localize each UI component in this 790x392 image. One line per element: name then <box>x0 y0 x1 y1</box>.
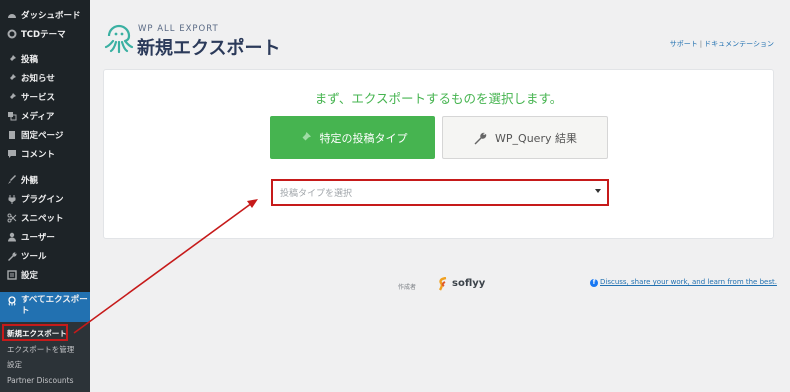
pushpin-icon <box>299 131 311 143</box>
sidebar-item-pages[interactable]: 固定ページ <box>0 126 90 144</box>
header-links: サポート | ドキュメンテーション <box>670 39 774 49</box>
user-icon <box>5 232 18 242</box>
submenu-partner-discounts[interactable]: Partner Discounts <box>0 373 90 388</box>
media-icon <box>5 111 18 121</box>
docs-link[interactable]: ドキュメンテーション <box>704 40 774 48</box>
export-icon <box>5 296 18 306</box>
sidebar-item-tools[interactable]: ツール <box>0 247 90 265</box>
sidebar-item-services[interactable]: サービス <box>0 88 90 106</box>
sidebar-item-snippets[interactable]: スニペット <box>0 209 90 227</box>
sidebar-item-dashboard[interactable]: ダッシュボード <box>0 6 90 24</box>
made-by-label: 作成者 <box>398 284 417 291</box>
wp-query-results-button[interactable]: WP_Query 結果 <box>442 116 608 159</box>
comment-icon <box>5 149 18 159</box>
pin-icon <box>5 73 18 83</box>
sidebar-item-label: ユーザー <box>21 233 55 243</box>
gear-icon <box>5 29 18 39</box>
submenu-label: エクスポートを管理 <box>7 345 75 354</box>
submenu-label: 設定 <box>7 360 22 369</box>
specific-post-type-button[interactable]: 特定の投稿タイプ <box>270 116 435 159</box>
wp-query-results-label: WP_Query 結果 <box>495 131 577 145</box>
sidebar-item-label: メディア <box>21 112 55 122</box>
sidebar-item-settings[interactable]: 設定 <box>0 266 90 284</box>
page-title: 新規エクスポート <box>137 38 281 59</box>
pin-icon <box>5 92 18 102</box>
sidebar-item-media[interactable]: メディア <box>0 107 90 125</box>
brush-icon <box>5 175 18 185</box>
submenu-settings[interactable]: 設定 <box>0 357 90 372</box>
sidebar-item-label: お知らせ <box>21 74 55 84</box>
sidebar-item-appearance[interactable]: 外観 <box>0 171 90 189</box>
dropdown-caret-icon <box>595 189 601 193</box>
sidebar-active-label-line2: ト <box>21 306 30 316</box>
sidebar-item-plugins[interactable]: プラグイン <box>0 190 90 208</box>
sidebar-item-comments[interactable]: コメント <box>0 145 90 163</box>
export-question: まず、エクスポートするものを選択します。 <box>314 91 563 106</box>
facebook-icon[interactable]: f <box>590 279 598 287</box>
sidebar-item-posts[interactable]: 投稿 <box>0 50 90 68</box>
sidebar-active-label-line1: すべてエクスポー <box>21 295 88 305</box>
submenu-label: Partner Discounts <box>7 376 74 385</box>
sidebar-item-label: プラグイン <box>21 195 64 205</box>
scissors-icon <box>5 213 18 223</box>
sidebar-item-label: 固定ページ <box>21 131 64 141</box>
sidebar-item-label: ダッシュボード <box>21 11 81 21</box>
wrench-icon <box>5 251 18 261</box>
sidebar-item-label: 外観 <box>21 176 39 186</box>
sidebar-item-label: ツール <box>21 252 47 262</box>
pin-icon <box>5 54 18 64</box>
sidebar-item-label: サービス <box>21 93 56 103</box>
sidebar-item-label: TCDテーマ <box>21 30 66 40</box>
wrench-icon <box>474 132 487 144</box>
highlight-box-new-export <box>2 324 68 341</box>
sidebar-item-label: 設定 <box>21 271 39 281</box>
soflyy-brand[interactable]: soflyy <box>452 278 485 289</box>
octopus-logo-icon <box>104 24 134 54</box>
sidebar-item-label: 投稿 <box>21 55 39 65</box>
plugin-icon <box>5 194 18 204</box>
dashboard-icon <box>5 10 18 20</box>
page-icon <box>5 130 18 140</box>
sidebar-item-tcd-theme[interactable]: TCDテーマ <box>0 25 90 43</box>
submenu-manage-exports[interactable]: エクスポートを管理 <box>0 342 90 357</box>
support-link[interactable]: サポート <box>670 40 698 48</box>
sidebar-item-label: スニペット <box>21 214 64 224</box>
post-type-select[interactable]: 投稿タイプを選択 <box>271 179 609 206</box>
soflyy-logo-icon <box>438 277 447 291</box>
link-separator: | <box>699 40 703 48</box>
brand-small-text: WP ALL EXPORT <box>138 24 219 34</box>
sidebar-item-label: コメント <box>21 150 56 160</box>
settings-icon <box>5 270 18 280</box>
community-link[interactable]: Discuss, share your work, and learn from… <box>600 278 777 286</box>
sidebar-item-all-export[interactable]: すべてエクスポー ト <box>0 292 90 322</box>
sidebar-item-users[interactable]: ユーザー <box>0 228 90 246</box>
sidebar-item-news[interactable]: お知らせ <box>0 69 90 87</box>
specific-post-type-label: 特定の投稿タイプ <box>319 131 408 145</box>
sidebar-active-label: すべてエクスポー ト <box>21 295 88 317</box>
post-type-select-placeholder: 投稿タイプを選択 <box>280 189 353 199</box>
export-type-card: まず、エクスポートするものを選択します。 特定の投稿タイプ WP_Query 結… <box>103 69 774 239</box>
